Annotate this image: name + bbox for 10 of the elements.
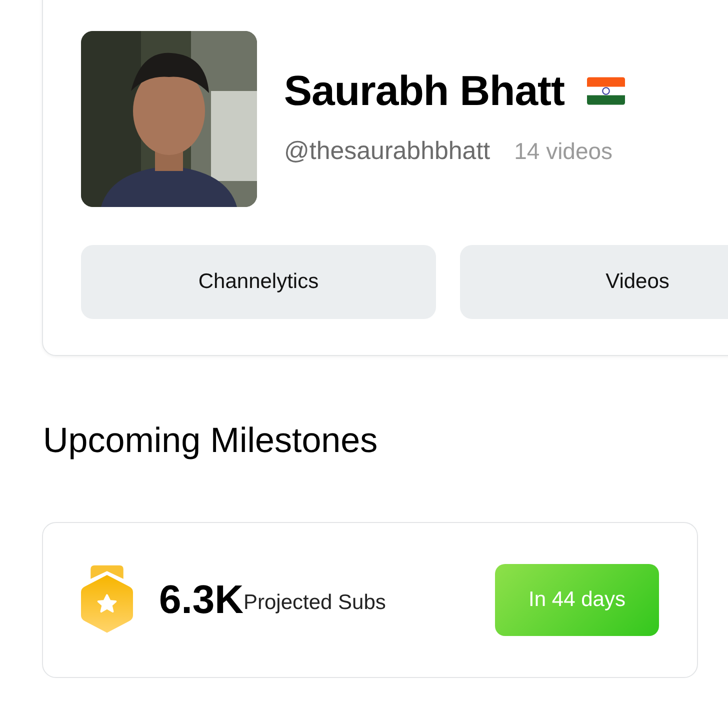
medal-icon [81,565,133,635]
section-heading: Upcoming Milestones [43,420,379,462]
milestone-value: 6.3K [159,578,244,622]
flag-icon [586,77,625,105]
tab[interactable]: Videos [460,245,728,319]
milestone-label: Projected Subs [244,591,386,615]
channel-name: Saurabh Bhatt [284,67,565,115]
tab[interactable]: Channelytics [81,245,436,319]
video-count: 14 videos [514,138,613,165]
channel-handle: @thesaurabhbhatt [284,137,490,166]
